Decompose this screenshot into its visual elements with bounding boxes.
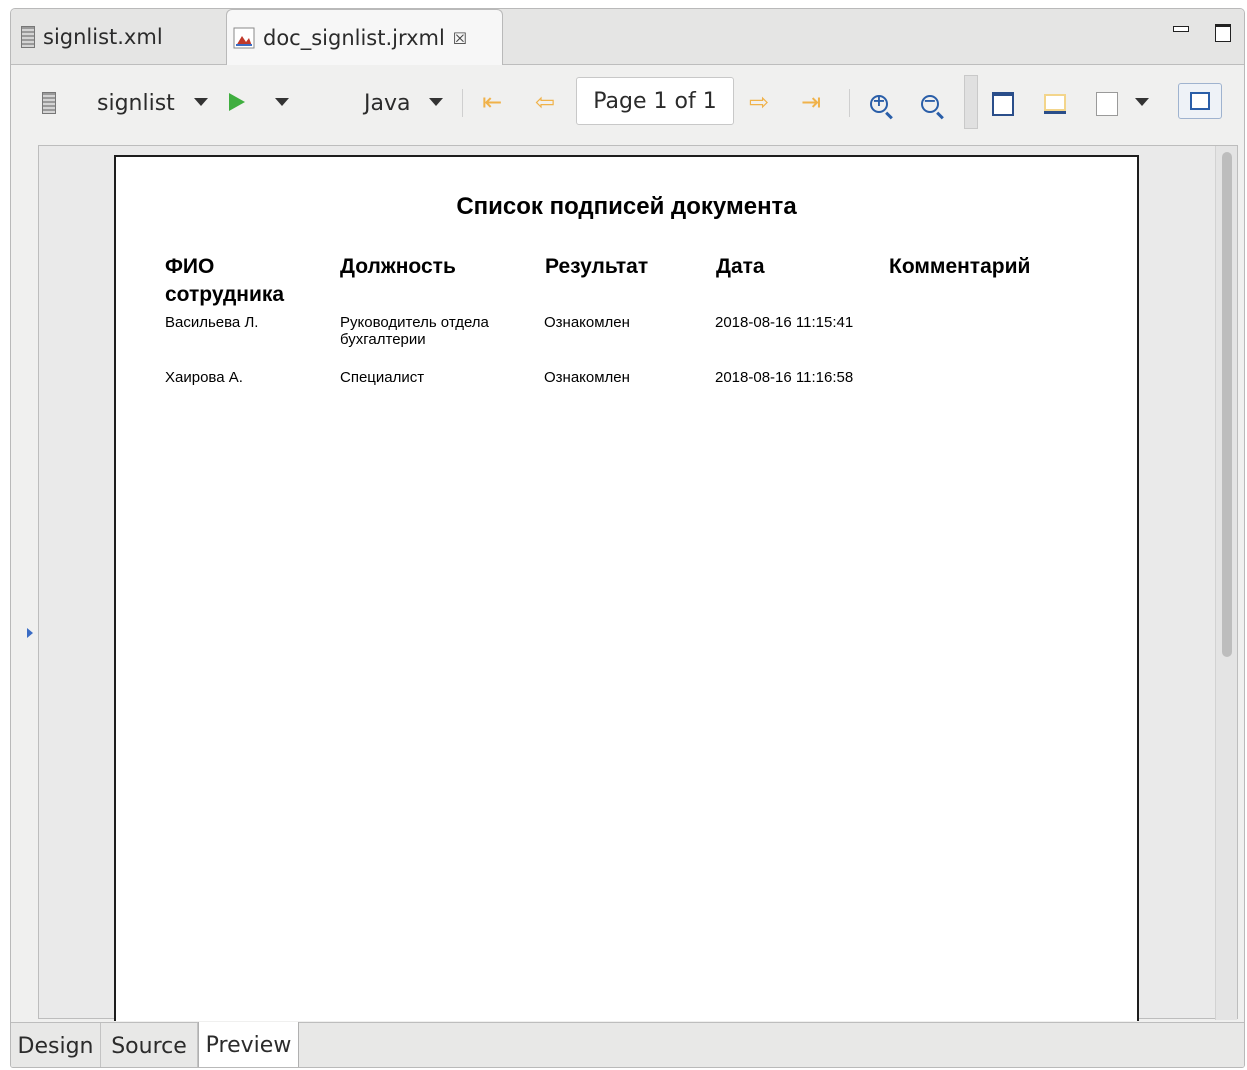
datasource-label: signlist — [97, 90, 175, 116]
next-page-button[interactable]: ⇨ — [744, 87, 774, 117]
toolbar-separator — [462, 89, 463, 117]
row-2-fio: Хаирова А. — [165, 369, 243, 386]
first-page-icon: ⇤ — [481, 88, 503, 116]
row-1-result: Ознакомлен — [544, 314, 630, 331]
datasource-selector[interactable]: signlist — [97, 85, 175, 121]
first-page-button[interactable]: ⇤ — [476, 87, 508, 117]
tab-label: doc_signlist.jrxml — [263, 26, 445, 50]
row-2-date: 2018-08-16 11:16:58 — [715, 369, 854, 386]
column-header-date: Дата — [716, 255, 765, 278]
chevron-down-icon — [429, 98, 443, 106]
column-header-fio: ФИО сотрудника — [165, 255, 285, 306]
toolbar-splitter[interactable] — [964, 75, 978, 129]
expand-panel-icon[interactable] — [27, 628, 33, 638]
vertical-scrollbar[interactable] — [1215, 146, 1237, 1020]
chevron-down-icon — [275, 98, 289, 106]
tab-preview[interactable]: Preview — [198, 1022, 299, 1067]
row-1-position: Руководитель отдела бухгалтерии — [340, 314, 489, 348]
report-page: Список подписей документа ФИО сотрудника… — [114, 155, 1139, 1021]
maximize-icon[interactable] — [1214, 23, 1231, 42]
tab-preview-label: Preview — [205, 1032, 292, 1058]
tab-source-label: Source — [111, 1033, 187, 1059]
chevron-down-icon — [194, 98, 208, 106]
datasource-dropdown-icon[interactable] — [192, 93, 210, 111]
chevron-down-icon — [1135, 98, 1149, 106]
last-page-icon: ⇥ — [800, 88, 822, 116]
row-2-position: Специалист — [340, 369, 425, 386]
editor-body: signlist Java ⇤ ⇦ Page 1 of 1 ⇨ ⇥ + − Сп… — [11, 65, 1244, 1067]
zoom-in-button[interactable]: + — [867, 91, 891, 116]
row-2-result: Ознакомлен — [544, 369, 630, 386]
scrollbar-thumb[interactable] — [1222, 152, 1232, 657]
datasource-icon — [38, 89, 60, 117]
tab-signlist-xml[interactable]: signlist.xml — [11, 9, 226, 65]
editor-mode-tabs: Design Source Preview — [11, 1022, 1244, 1067]
fit-width-button[interactable] — [1094, 90, 1120, 118]
next-page-icon: ⇨ — [748, 88, 770, 116]
fit-page-icon — [1044, 94, 1066, 114]
zoom-out-button[interactable]: − — [918, 91, 942, 116]
database-icon — [42, 92, 56, 114]
jaspersoft-report-editor: signlist.xml doc_signlist.jrxml ☒ signli… — [0, 0, 1247, 1070]
column-header-comment: Комментарий — [889, 255, 1031, 278]
zoom-in-icon: + — [870, 91, 888, 113]
editor-window: signlist.xml doc_signlist.jrxml ☒ signli… — [10, 8, 1245, 1068]
export-button[interactable] — [1178, 83, 1222, 119]
page-indicator[interactable]: Page 1 of 1 — [576, 77, 734, 125]
database-icon — [21, 26, 35, 48]
run-options-dropdown[interactable] — [273, 93, 291, 111]
actual-size-button[interactable] — [990, 90, 1016, 118]
actual-size-icon — [992, 92, 1014, 116]
last-page-button[interactable]: ⇥ — [795, 87, 827, 117]
row-1-fio: Васильева Л. — [165, 314, 259, 331]
window-controls — [1172, 23, 1231, 42]
toolbar-separator — [849, 89, 850, 117]
language-label: Java — [364, 90, 411, 116]
report-icon — [233, 27, 255, 49]
close-tab-icon[interactable]: ☒ — [453, 29, 467, 48]
tab-source[interactable]: Source — [101, 1023, 198, 1067]
column-header-position: Должность — [340, 255, 456, 278]
tab-design[interactable]: Design — [11, 1023, 101, 1067]
language-selector[interactable]: Java — [364, 85, 410, 121]
page-icon — [1096, 92, 1118, 116]
row-1-date: 2018-08-16 11:15:41 — [715, 314, 854, 331]
language-dropdown-icon[interactable] — [427, 93, 445, 111]
report-preview-area[interactable]: Список подписей документа ФИО сотрудника… — [38, 145, 1238, 1021]
play-icon — [229, 93, 245, 111]
run-report-button[interactable] — [227, 92, 247, 112]
page-indicator-label: Page 1 of 1 — [593, 88, 717, 114]
previous-page-button[interactable]: ⇦ — [530, 87, 560, 117]
export-icon — [1190, 92, 1210, 110]
zoom-options-dropdown[interactable] — [1133, 93, 1151, 111]
zoom-out-icon: − — [921, 91, 939, 113]
minimize-icon[interactable] — [1172, 23, 1189, 39]
report-title: Список подписей документа — [456, 193, 797, 220]
column-header-result: Результат — [545, 255, 649, 278]
tab-doc-signlist-jrxml[interactable]: doc_signlist.jrxml ☒ — [226, 9, 503, 66]
fit-page-button[interactable] — [1042, 90, 1068, 118]
tab-label: signlist.xml — [43, 25, 163, 49]
editor-tab-bar: signlist.xml doc_signlist.jrxml ☒ — [11, 9, 1244, 66]
tab-design-label: Design — [17, 1033, 94, 1059]
preview-toolbar: signlist Java ⇤ ⇦ Page 1 of 1 ⇨ ⇥ + − — [11, 65, 1244, 137]
previous-page-icon: ⇦ — [534, 88, 556, 116]
